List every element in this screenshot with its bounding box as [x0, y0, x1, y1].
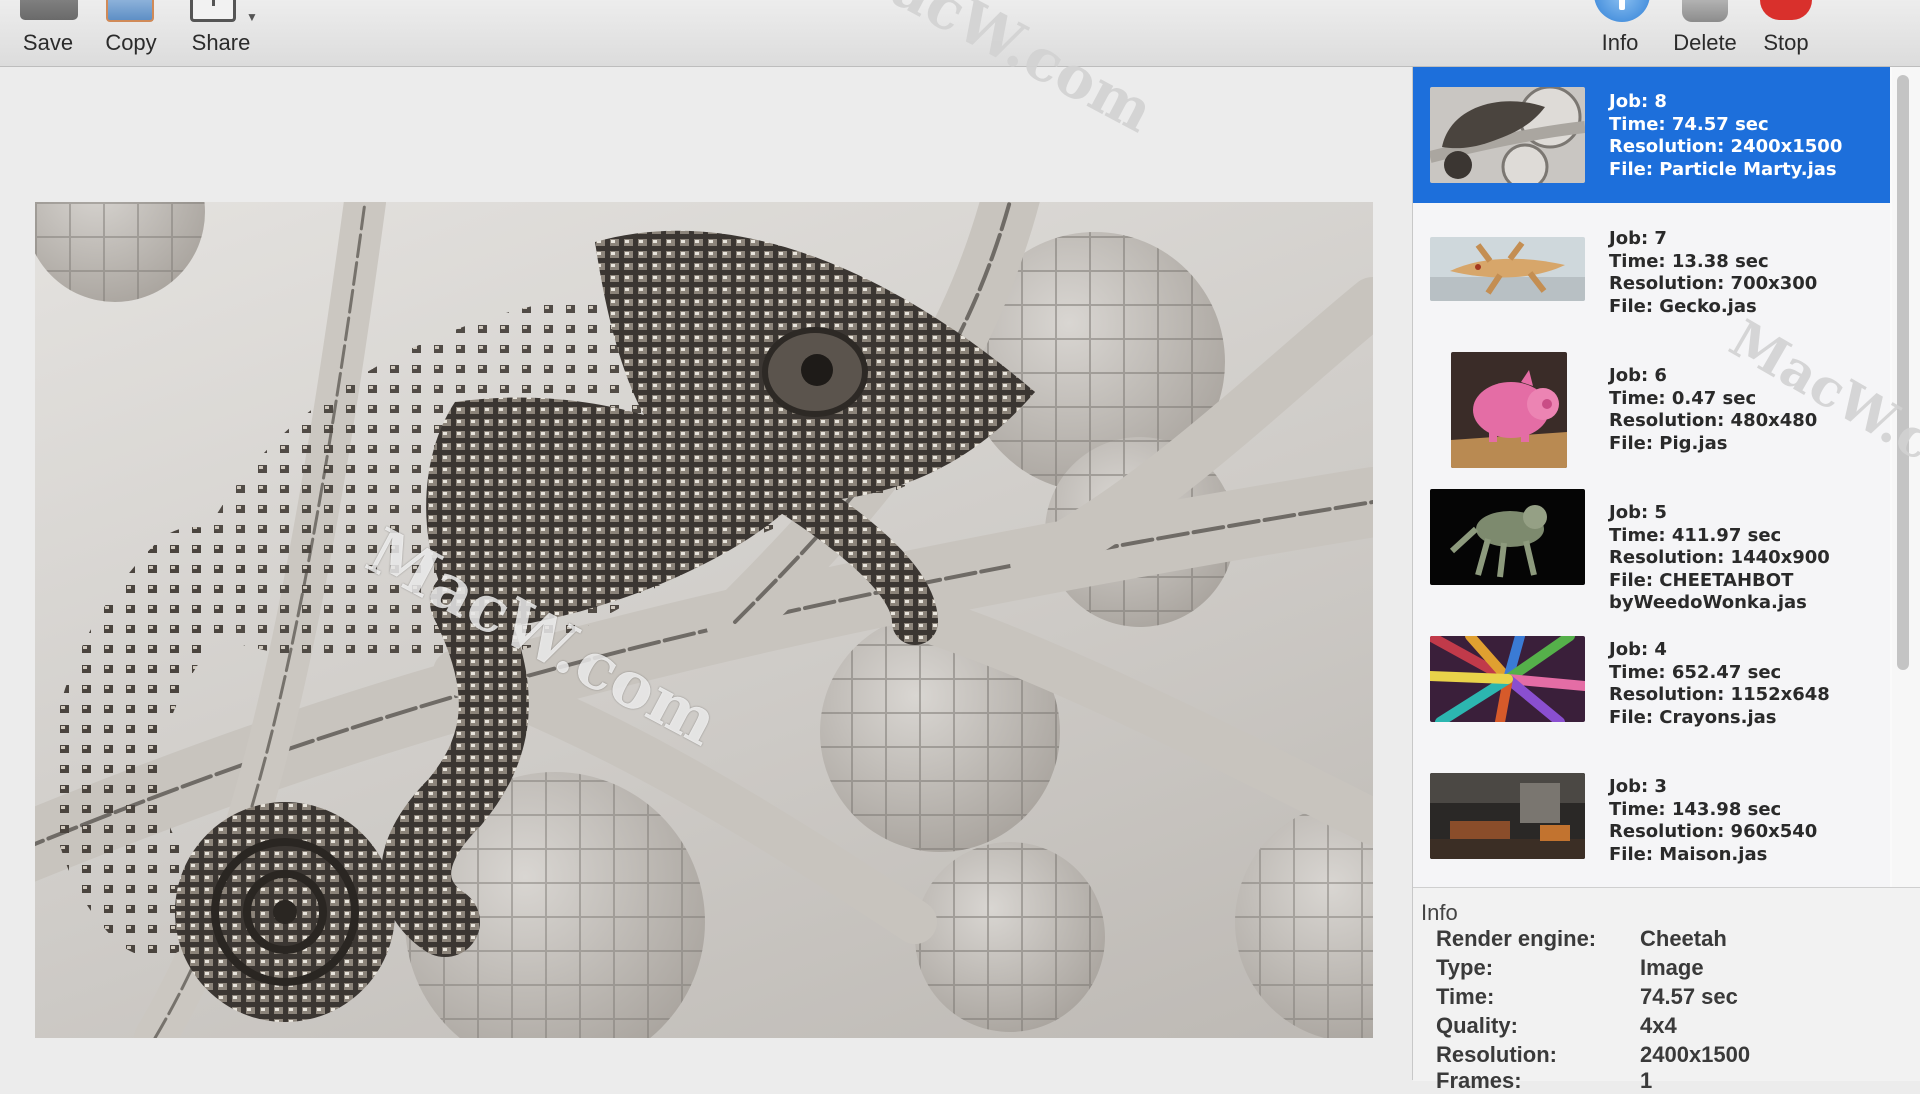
job-resolution: Resolution: 2400x1500	[1609, 136, 1843, 157]
info-value: Image	[1640, 955, 1704, 980]
job-list: Job: 8 Time: 74.57 sec Resolution: 2400x…	[1413, 67, 1890, 887]
info-row: Resolution: 2400x1500	[1436, 1042, 1750, 1068]
save-label: Save	[22, 30, 74, 55]
job-resolution: Resolution: 960x540	[1609, 821, 1818, 842]
job-file: File: Crayons.jas	[1609, 706, 1777, 728]
save-button[interactable]: Save	[18, 0, 78, 64]
info-value: 74.57 sec	[1640, 984, 1738, 1009]
job-sidebar: Job: 8 Time: 74.57 sec Resolution: 2400x…	[1412, 67, 1920, 1093]
info-button[interactable]: Info	[1590, 0, 1650, 64]
job-list-item[interactable]: Job: 6 Time: 0.47 sec Resolution: 480x48…	[1413, 341, 1890, 477]
info-label: Info	[1601, 30, 1639, 55]
job-number: Job: 6	[1609, 365, 1667, 386]
copy-icon	[106, 0, 154, 22]
job-list-scrollbar[interactable]	[1897, 75, 1909, 670]
job-thumbnail	[1430, 636, 1585, 722]
job-file: File: Pig.jas	[1609, 432, 1728, 454]
job-thumbnail	[1430, 87, 1585, 183]
job-time: Time: 143.98 sec	[1609, 798, 1782, 820]
info-value: 1	[1640, 1068, 1653, 1093]
job-details: Job: 5 Time: 411.97 sec Resolution: 1440…	[1609, 502, 1830, 615]
job-details: Job: 8 Time: 74.57 sec Resolution: 2400x…	[1609, 91, 1842, 181]
job-number: Job: 5	[1609, 502, 1667, 523]
stop-icon	[1760, 0, 1812, 20]
job-number: Job: 8	[1609, 91, 1667, 112]
info-key: Quality:	[1436, 1013, 1518, 1038]
info-value: 2400x1500	[1640, 1042, 1751, 1067]
share-button[interactable]: ▼ Share	[186, 0, 258, 64]
job-thumbnail	[1430, 237, 1585, 301]
job-time: Time: 74.57 sec	[1609, 113, 1769, 135]
job-number: Job: 3	[1609, 776, 1667, 797]
job-list-item[interactable]: Job: 8 Time: 74.57 sec Resolution: 2400x…	[1413, 67, 1890, 203]
delete-button[interactable]: Delete	[1668, 0, 1742, 64]
job-details: Job: 3 Time: 143.98 sec Resolution: 960x…	[1609, 776, 1817, 866]
job-number: Job: 7	[1609, 228, 1667, 249]
render-canvas-area	[0, 67, 1412, 1080]
info-key: Render engine:	[1436, 926, 1597, 951]
chevron-down-icon: ▼	[246, 10, 258, 24]
job-list-item[interactable]: Job: 7 Time: 13.38 sec Resolution: 700x3…	[1413, 204, 1890, 340]
render-preview-image	[35, 202, 1373, 1038]
info-value: Cheetah	[1640, 926, 1727, 951]
share-label: Share	[191, 30, 251, 55]
job-thumbnail	[1451, 352, 1567, 468]
job-file: File: Maison.jas	[1609, 843, 1768, 865]
job-file-continued: byWeedoWonka.jas	[1609, 592, 1807, 613]
job-file: File: Gecko.jas	[1609, 295, 1757, 317]
stop-label: Stop	[1763, 30, 1809, 55]
info-row: Quality: 4x4	[1436, 1013, 1677, 1039]
job-details: Job: 6 Time: 0.47 sec Resolution: 480x48…	[1609, 365, 1817, 455]
info-key: Resolution:	[1436, 1042, 1557, 1067]
info-icon	[1594, 0, 1650, 22]
job-resolution: Resolution: 1440x900	[1609, 547, 1830, 568]
save-icon	[20, 0, 78, 20]
job-time: Time: 411.97 sec	[1609, 524, 1782, 546]
copy-label: Copy	[105, 30, 157, 55]
info-key: Type:	[1436, 955, 1494, 980]
job-list-item[interactable]: Job: 4 Time: 652.47 sec Resolution: 1152…	[1413, 615, 1890, 751]
job-thumbnail	[1430, 773, 1585, 859]
chameleon-render-illustration	[35, 202, 1373, 1038]
info-key: Time:	[1436, 984, 1495, 1009]
job-details: Job: 4 Time: 652.47 sec Resolution: 1152…	[1609, 639, 1830, 729]
job-list-item[interactable]: Job: 5 Time: 411.97 sec Resolution: 1440…	[1413, 478, 1890, 614]
info-row: Render engine: Cheetah	[1436, 926, 1727, 952]
info-row: Type: Image	[1436, 955, 1704, 981]
info-row: Frames: 1	[1436, 1068, 1652, 1094]
job-time: Time: 0.47 sec	[1609, 387, 1757, 409]
job-resolution: Resolution: 480x480	[1609, 410, 1818, 431]
delete-label: Delete	[1673, 30, 1737, 55]
job-resolution: Resolution: 700x300	[1609, 273, 1818, 294]
job-number: Job: 4	[1609, 639, 1667, 660]
info-key: Frames:	[1436, 1068, 1522, 1093]
job-list-item[interactable]: Job: 3 Time: 143.98 sec Resolution: 960x…	[1413, 752, 1890, 887]
job-thumbnail	[1430, 489, 1585, 585]
info-row: Time: 74.57 sec	[1436, 984, 1738, 1010]
stop-button[interactable]: Stop	[1756, 0, 1816, 64]
job-time: Time: 13.38 sec	[1609, 250, 1769, 272]
info-panel-title: Info	[1421, 900, 1458, 925]
trash-icon	[1682, 0, 1728, 22]
job-file: File: Particle Marty.jas	[1609, 158, 1837, 180]
info-panel: Info Render engine: Cheetah Type: Image Ti…	[1413, 887, 1920, 1093]
job-time: Time: 652.47 sec	[1609, 661, 1782, 683]
share-icon	[190, 0, 236, 22]
toolbar: Save Copy ▼ Share Info Delete Stop	[0, 0, 1920, 67]
job-file: File: CHEETAHBOT	[1609, 569, 1794, 591]
job-details: Job: 7 Time: 13.38 sec Resolution: 700x3…	[1609, 228, 1817, 318]
copy-button[interactable]: Copy	[100, 0, 162, 64]
job-resolution: Resolution: 1152x648	[1609, 684, 1830, 705]
info-value: 4x4	[1640, 1013, 1677, 1038]
